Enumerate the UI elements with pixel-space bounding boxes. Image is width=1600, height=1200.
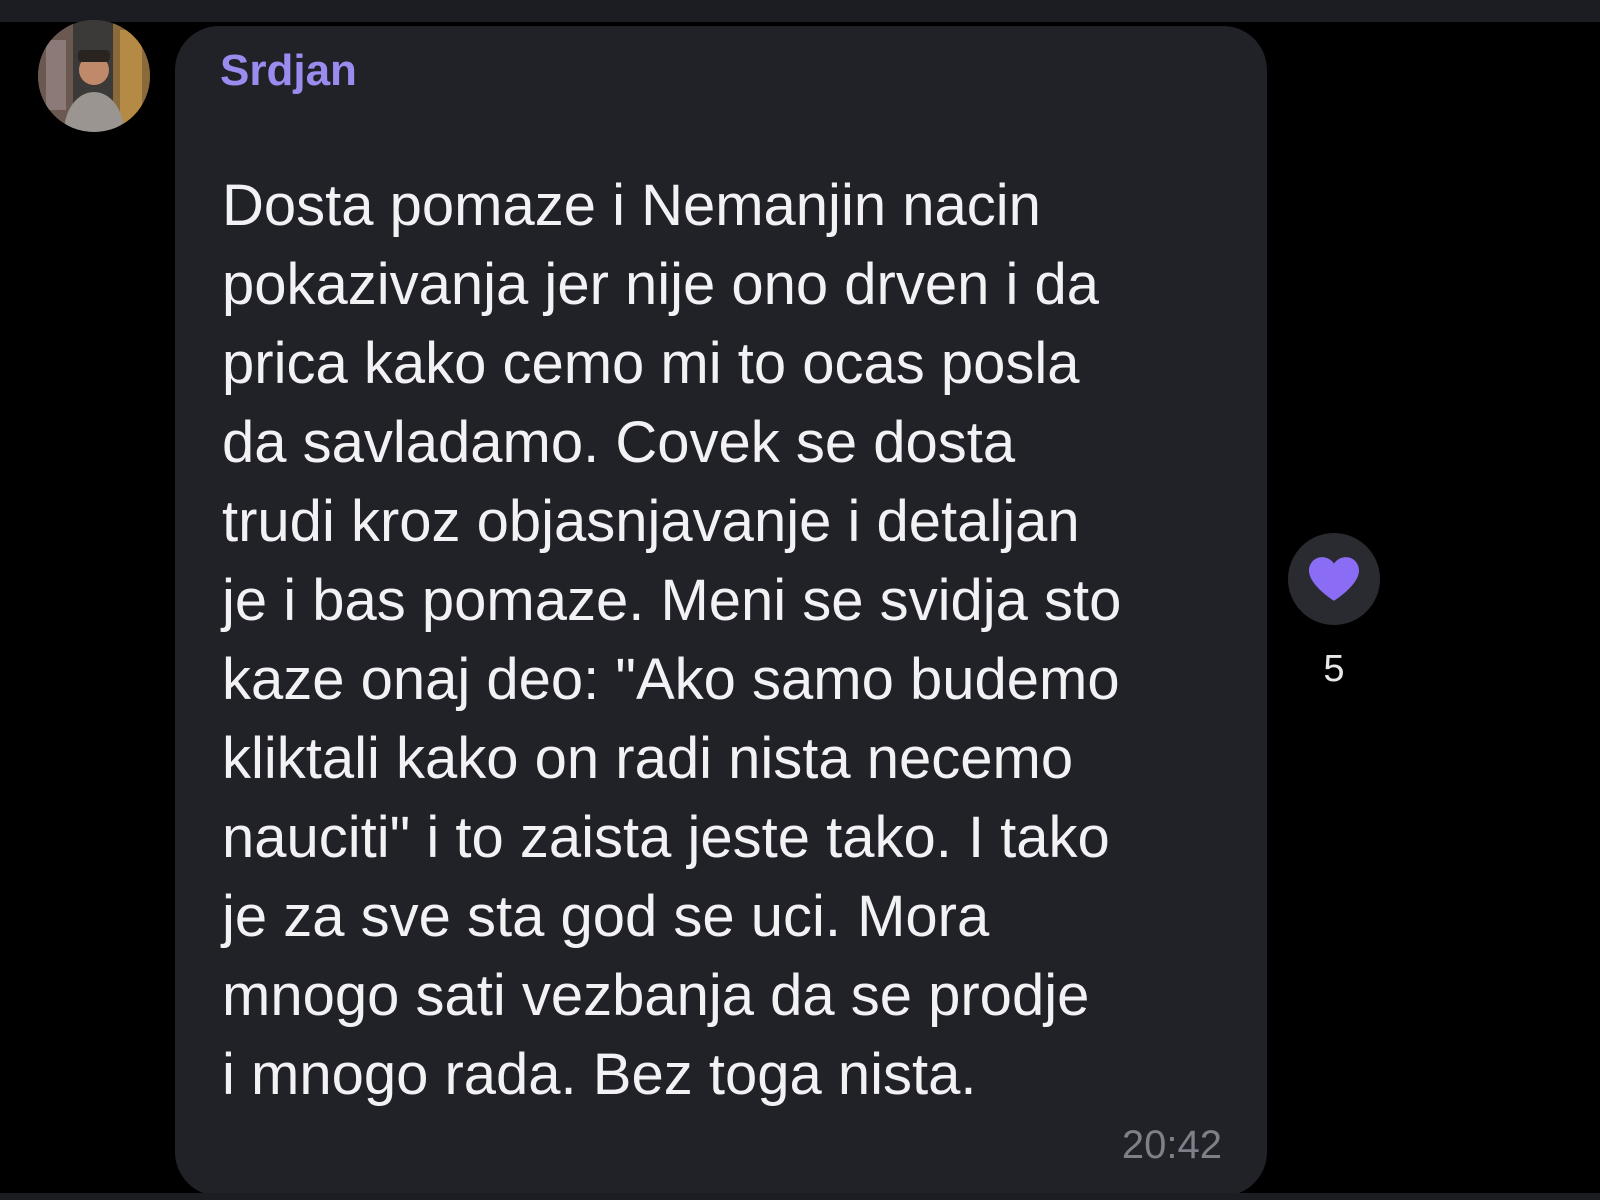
avatar-photo xyxy=(38,20,150,132)
reaction-button[interactable] xyxy=(1288,533,1380,625)
top-bar xyxy=(0,0,1600,22)
sender-name[interactable]: Srdjan xyxy=(220,46,357,96)
message-text: Dosta pomaze i Nemanjin nacin pokazivanj… xyxy=(222,173,1122,1107)
avatar[interactable] xyxy=(38,20,150,132)
message-bubble[interactable]: Srdjan Dosta pomaze i Nemanjin nacin pok… xyxy=(175,26,1267,1196)
reaction-count: 5 xyxy=(1323,648,1345,690)
message-timestamp: 20:42 xyxy=(1121,1123,1222,1167)
bottom-bar xyxy=(0,1193,1600,1200)
heart-icon xyxy=(1309,557,1359,601)
